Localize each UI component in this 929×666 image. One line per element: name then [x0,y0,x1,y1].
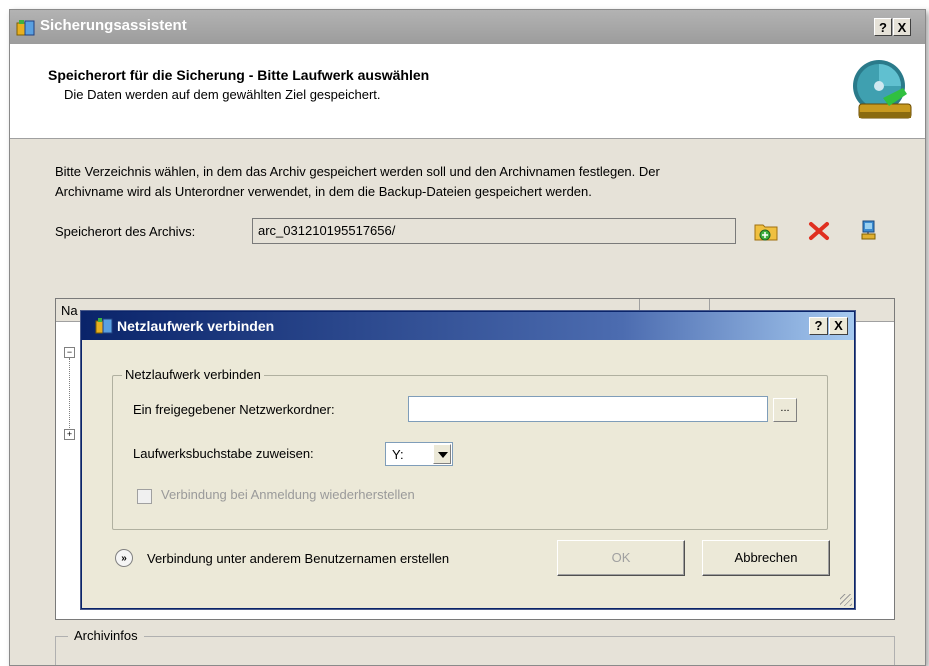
network-folder-input[interactable] [408,396,768,422]
dialog-help-button[interactable]: ? [809,317,828,335]
main-window-title: Sicherungsassistent [40,17,187,34]
reconnect-label: Verbindung bei Anmeldung wiederherstelle… [161,487,415,502]
network-drive-button[interactable] [855,218,883,244]
instructions-line-2: Archivname wird als Unterordner verwende… [55,184,592,199]
browse-button[interactable]: ... [773,398,797,422]
main-title-bar[interactable]: Sicherungsassistent ? X [10,10,925,44]
storage-location-field[interactable]: arc_031210195517656/ [252,218,736,244]
new-folder-icon [754,224,778,241]
instructions: Bitte Verzeichnis wählen, in dem das Arc… [55,162,875,202]
tree-connector [69,358,70,428]
instructions-line-1: Bitte Verzeichnis wählen, in dem das Arc… [55,164,660,179]
chevron-down-icon[interactable] [433,444,451,464]
network-drive-group-label: Netzlaufwerk verbinden [122,367,264,382]
app-icon [95,318,113,334]
backup-drive-icon [853,60,912,119]
column-name-label: Na [61,303,78,318]
network-folder-label: Ein freigegebener Netzwerkordner: [133,402,335,417]
wizard-header-subtitle: Die Daten werden auf dem gewählten Ziel … [64,87,381,102]
help-button[interactable]: ? [874,18,892,36]
archive-info-legend: Archivinfos [68,628,144,643]
storage-location-label: Speicherort des Archivs: [55,224,196,239]
ok-button[interactable]: OK [557,540,685,576]
chevron-down-circle-icon[interactable]: » [115,549,133,567]
dialog-close-button[interactable]: X [829,317,848,335]
delete-icon [809,222,829,240]
dialog-title: Netzlaufwerk verbinden [117,318,275,334]
dialog-title-bar[interactable]: Netzlaufwerk verbinden ? X [82,312,854,340]
close-button[interactable]: X [893,18,911,36]
drive-letter-value: Y: [392,447,404,462]
reconnect-checkbox[interactable] [137,489,152,504]
network-drive-icon [861,220,876,240]
delete-button[interactable] [805,218,833,244]
expand-icon[interactable]: + [64,429,75,440]
new-folder-button[interactable] [752,218,780,244]
map-network-drive-dialog: Netzlaufwerk verbinden ? X Netzlaufwerk … [81,311,855,609]
resize-grip-icon[interactable] [840,594,852,606]
cancel-button[interactable]: Abbrechen [702,540,830,576]
wizard-header: Speicherort für die Sicherung - Bitte La… [10,44,925,139]
drive-letter-select[interactable]: Y: [385,442,453,466]
collapse-icon[interactable]: − [64,347,75,358]
drive-letter-label: Laufwerksbuchstabe zuweisen: [133,446,314,461]
app-icon [16,20,35,36]
wizard-header-title: Speicherort für die Sicherung - Bitte La… [48,67,430,83]
other-user-link[interactable]: Verbindung unter anderem Benutzernamen e… [147,551,449,566]
